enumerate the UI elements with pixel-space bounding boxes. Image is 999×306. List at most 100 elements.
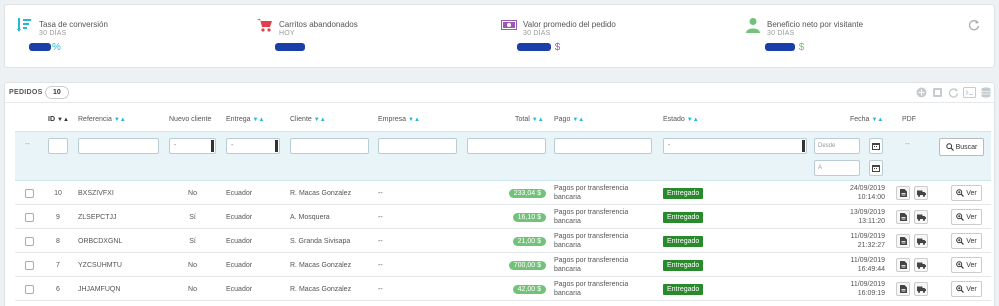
cell-empresa: --: [378, 285, 383, 293]
kpi-value: %: [29, 42, 61, 53]
cell-id: 7: [56, 261, 60, 269]
filter-date-to[interactable]: A: [814, 160, 860, 176]
zoom-in-icon: [956, 285, 965, 293]
delivery-slip-button[interactable]: [914, 277, 928, 301]
view-order-button[interactable]: Ver: [951, 277, 982, 301]
status-badge: Entregado: [663, 211, 704, 223]
kpi-conversion: Tasa de conversión 30 DÍAS %: [17, 15, 237, 59]
cell-fecha: 24/09/2019 10:14:00: [849, 185, 885, 201]
col-pdf: PDF: [902, 116, 916, 123]
calendar-icon[interactable]: [869, 138, 883, 154]
add-new-icon[interactable]: [915, 86, 928, 99]
filter-date-from[interactable]: Desde: [814, 138, 860, 154]
delivery-slip-button[interactable]: [914, 253, 928, 277]
cell-referencia: ORBCDXGNL: [78, 237, 123, 245]
truck-icon: [916, 214, 926, 221]
kpi-value: $: [517, 42, 560, 53]
invoice-pdf-button[interactable]: [896, 181, 910, 205]
col-fecha[interactable]: Fecha ▼▲: [850, 116, 883, 123]
filter-referencia-input[interactable]: [78, 138, 159, 154]
cell-id: 10: [54, 189, 62, 197]
cell-entrega: Ecuador: [226, 237, 253, 245]
search-button[interactable]: Buscar: [939, 138, 984, 156]
database-icon[interactable]: [979, 86, 992, 99]
cell-pago: Pagos por transferencia bancaria: [554, 281, 629, 297]
table-row[interactable]: 10 BXSZIVFXI No Ecuador R. Macas Gonzale…: [15, 181, 991, 205]
cell-pago: Pagos por transferencia bancaria: [554, 233, 629, 249]
cell-pago: Pagos por transferencia bancaria: [554, 257, 629, 273]
sql-query-icon[interactable]: [963, 86, 976, 99]
export-icon[interactable]: [931, 86, 944, 99]
cell-empresa: --: [378, 189, 383, 197]
filter-row: -- - - - Desde A -- Buscar: [15, 131, 991, 181]
filter-total-input[interactable]: [467, 138, 546, 154]
cell-estado: Entregado: [663, 205, 704, 229]
row-checkbox[interactable]: [25, 277, 34, 301]
row-checkbox[interactable]: [25, 181, 34, 205]
col-entrega[interactable]: Entrega ▼▲: [226, 116, 264, 123]
table-row[interactable]: 9 ZLSEPCTJJ Sí Ecuador A. Mosquera -- 16…: [15, 205, 991, 229]
cell-nuevo-cliente: No: [188, 189, 197, 197]
col-id[interactable]: ID ▼▲: [48, 116, 69, 123]
view-order-button[interactable]: Ver: [951, 205, 982, 229]
table-row[interactable]: 7 YZCSUHMTU No Ecuador R. Macas Gonzalez…: [15, 253, 991, 277]
row-checkbox[interactable]: [25, 253, 34, 277]
view-order-button[interactable]: Ver: [951, 181, 982, 205]
cell-id: 8: [56, 237, 60, 245]
kpi-abandoned-carts: Carritos abandonados HOY: [257, 15, 477, 59]
row-checkbox[interactable]: [25, 229, 34, 253]
invoice-pdf-button[interactable]: [896, 253, 910, 277]
cell-estado: Entregado: [663, 277, 704, 301]
invoice-pdf-button[interactable]: [896, 205, 910, 229]
filter-pago-input[interactable]: [554, 138, 652, 154]
col-pago[interactable]: Pago ▼▲: [554, 116, 584, 123]
filter-cliente-input[interactable]: [290, 138, 369, 154]
view-order-button[interactable]: Ver: [951, 253, 982, 277]
col-referencia[interactable]: Referencia ▼▲: [78, 116, 126, 123]
delivery-slip-button[interactable]: [914, 229, 928, 253]
row-checkbox[interactable]: [25, 205, 34, 229]
cell-nuevo-cliente: No: [188, 285, 197, 293]
kpi-value: [275, 42, 306, 53]
status-badge: Entregado: [663, 187, 704, 199]
truck-icon: [916, 262, 926, 269]
filter-estado-select[interactable]: -: [663, 138, 807, 154]
refresh-list-icon[interactable]: [947, 86, 960, 99]
col-empresa[interactable]: Empresa ▼▲: [378, 116, 420, 123]
kpi-period: 30 DÍAS: [767, 30, 795, 37]
col-total[interactable]: Total ▼▲: [515, 116, 544, 123]
invoice-pdf-button[interactable]: [896, 277, 910, 301]
col-cliente[interactable]: Cliente ▼▲: [290, 116, 326, 123]
col-estado[interactable]: Estado ▼▲: [663, 116, 699, 123]
kpi-net-profit: Beneficio neto por visitante 30 DÍAS $: [745, 15, 965, 59]
invoice-pdf-button[interactable]: [896, 229, 910, 253]
cell-referencia: YZCSUHMTU: [78, 261, 122, 269]
filter-id-input[interactable]: [48, 138, 68, 154]
kpi-panel: Tasa de conversión 30 DÍAS % Carritos ab…: [4, 4, 995, 68]
delivery-slip-button[interactable]: [914, 181, 928, 205]
view-order-button[interactable]: Ver: [951, 229, 982, 253]
filter-dash: --: [25, 141, 30, 148]
cell-cliente: A. Mosquera: [290, 213, 330, 221]
cell-estado: Entregado: [663, 181, 704, 205]
file-icon: [899, 213, 907, 221]
kpi-period: HOY: [279, 30, 295, 37]
table-row[interactable]: 6 JHJAMFUQN No Ecuador R. Macas Gonzalez…: [15, 277, 991, 301]
refresh-icon[interactable]: [968, 19, 980, 31]
redacted-value: [29, 43, 51, 52]
cell-fecha: 11/09/2019 16:09:19: [850, 281, 885, 297]
zoom-in-icon: [956, 213, 965, 221]
filter-empresa-input[interactable]: [378, 138, 457, 154]
calendar-icon[interactable]: [869, 160, 883, 176]
redacted-value: [517, 43, 551, 52]
cell-entrega: Ecuador: [226, 189, 253, 197]
cell-pago: Pagos por transferencia bancaria: [554, 185, 629, 201]
orders-panel: PEDIDOS 10 ID ▼▲ Referencia ▼▲ Nuevo clien…: [4, 82, 995, 306]
filter-nuevo-cliente-select[interactable]: -: [169, 138, 216, 154]
delivery-slip-button[interactable]: [914, 205, 928, 229]
kpi-period: 30 DÍAS: [523, 30, 551, 37]
table-row[interactable]: 8 ORBCDXGNL Sí Ecuador S. Granda Sivisap…: [15, 229, 991, 253]
filter-entrega-select[interactable]: -: [226, 138, 280, 154]
cell-nuevo-cliente: Sí: [189, 237, 196, 245]
kpi-title: Tasa de conversión: [39, 20, 108, 29]
